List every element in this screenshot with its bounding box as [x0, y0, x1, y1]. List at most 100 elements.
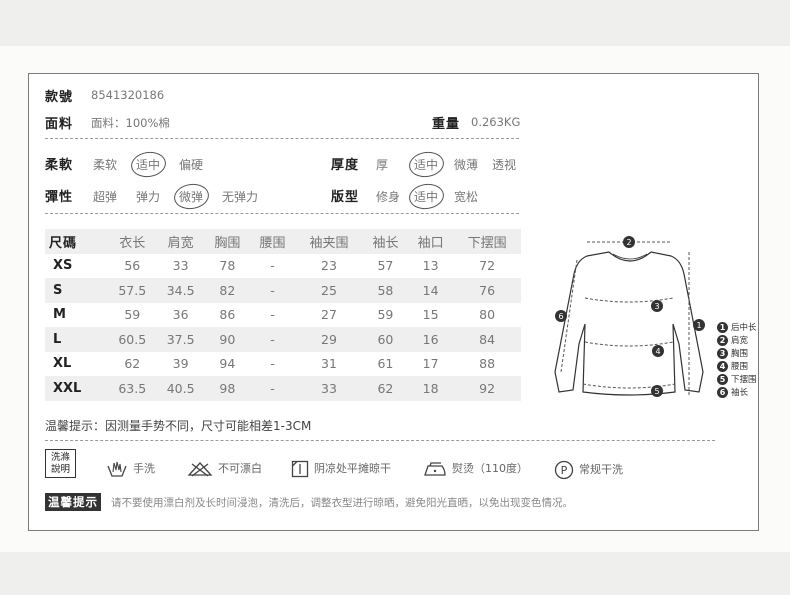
weight-label: 重量 [432, 117, 461, 132]
table-cell: - [249, 327, 296, 352]
care-item-dry-flat: 阴凉处平摊晾干 [291, 460, 391, 478]
table-row: XXL 63.5 40.5 98 - 33 62 18 92 [45, 376, 521, 401]
size-note: 温馨提示：因测量手势不同，尺寸可能相差1-3CM [45, 419, 312, 433]
table-cell: 98 [204, 376, 250, 401]
table-row: M 59 36 86 - 27 59 15 80 [45, 303, 521, 328]
svg-text:6: 6 [558, 312, 563, 321]
table-cell: 14 [408, 278, 454, 303]
fit-option: 修身 [376, 190, 401, 204]
table-cell: 17 [422, 356, 439, 372]
divider [45, 138, 519, 139]
column-header: 下摆围 [453, 229, 521, 254]
care-item-iron: 熨烫（110度） [423, 460, 528, 477]
elasticity-option: 无弹力 [222, 190, 259, 204]
softness-option: 柔软 [93, 158, 118, 172]
table-cell: 62 [362, 376, 409, 401]
no-bleach-icon [187, 462, 213, 477]
table-row: L 60.5 37.5 90 - 29 60 16 84 [45, 327, 521, 352]
divider [45, 213, 519, 214]
column-header: 袖夹围 [295, 229, 363, 254]
fit-option-selected: 适中 [414, 190, 439, 204]
column-header: 胸围 [204, 229, 250, 254]
diagram-legend: 1 后中长 2 肩宽 3 胸围 4 腰围 5 下摆围 6 袖长 [717, 322, 757, 400]
care-item-no-bleach: 不可漂白 [187, 460, 262, 477]
table-cell: 33 [295, 376, 363, 401]
care-item-dry-clean: P 常规干洗 [554, 460, 623, 480]
thickness-option-selected: 适中 [414, 158, 439, 172]
table-cell: 33 [172, 258, 189, 274]
tip-text: 请不要使用漂白剂及长时间浸泡，清洗后，调整衣型进行晾晒，避免阳光直晒，以免出现变… [111, 497, 573, 509]
dry-flat-shade-icon [291, 460, 309, 478]
table-cell: - [270, 356, 275, 372]
legend-item: 5 下摆围 [717, 374, 757, 387]
fit-option: 宽松 [454, 190, 479, 204]
style-label: 款號 [45, 90, 74, 105]
table-cell: 15 [422, 307, 439, 323]
column-header: 袖口 [408, 229, 454, 254]
svg-text:5: 5 [654, 387, 659, 396]
column-header: 腰围 [249, 229, 296, 254]
size-table: 尺碼 衣长 肩宽 胸围 腰围 袖夹围 袖长 袖口 下摆围 XS 56 33 78… [45, 229, 521, 401]
table-cell: 58 [362, 278, 409, 303]
table-cell: 36 [172, 307, 189, 323]
table-cell: 29 [295, 327, 363, 352]
column-header: 袖长 [362, 229, 409, 254]
wash-instructions-title: 洗滌 說明 [45, 449, 76, 478]
size-cell: M [53, 307, 66, 323]
care-item-hand-wash: 手洗 [106, 460, 155, 478]
softness-label: 柔軟 [45, 158, 74, 173]
table-cell: 84 [453, 327, 521, 352]
size-cell: XL [53, 356, 72, 372]
table-cell: 94 [219, 356, 236, 372]
table-row: XS 56 33 78 - 23 57 13 72 [45, 254, 521, 279]
size-cell: XS [53, 258, 73, 274]
table-header-row: 尺碼 衣长 肩宽 胸围 腰围 袖夹围 袖长 袖口 下摆围 [45, 229, 521, 254]
top-band [0, 0, 790, 46]
table-cell: 61 [377, 356, 394, 372]
table-cell: 60.5 [108, 327, 157, 352]
table-cell: 23 [321, 258, 337, 274]
thickness-option: 微薄 [454, 158, 479, 172]
table-cell: - [249, 376, 296, 401]
table-cell: 16 [408, 327, 454, 352]
size-chart-card: 款號 8541320186 面料 面料：100%棉 重量 0.263KG 柔軟 … [28, 73, 759, 531]
table-cell: 80 [479, 307, 496, 323]
table-cell: 59 [124, 307, 141, 323]
dry-clean-icon: P [554, 460, 574, 480]
table-cell: 13 [422, 258, 439, 274]
table-cell: 25 [295, 278, 363, 303]
svg-text:4: 4 [655, 347, 660, 356]
table-cell: 76 [453, 278, 521, 303]
thickness-option: 厚 [376, 158, 389, 172]
softness-option-selected: 适中 [136, 158, 161, 172]
table-cell: 78 [219, 258, 236, 274]
svg-text:1: 1 [696, 321, 701, 330]
garment-diagram: 2 3 4 5 6 1 [554, 236, 705, 397]
iron-icon [424, 462, 446, 476]
thickness-label: 厚度 [331, 158, 360, 173]
elasticity-option-selected: 微弹 [179, 190, 204, 204]
table-row: S 57.5 34.5 82 - 25 58 14 76 [45, 278, 521, 303]
table-cell: 90 [204, 327, 250, 352]
table-cell: 72 [479, 258, 496, 274]
fabric-label: 面料 [45, 117, 74, 132]
size-cell: L [45, 327, 109, 352]
fit-label: 版型 [331, 190, 360, 205]
size-cell: XXL [45, 376, 109, 401]
table-cell: 31 [321, 356, 337, 372]
divider [45, 440, 715, 441]
fabric-value: 面料：100%棉 [91, 116, 170, 130]
legend-item: 4 腰围 [717, 361, 757, 374]
table-cell: 57.5 [108, 278, 157, 303]
legend-item: 6 袖长 [717, 387, 757, 400]
table-cell: 88 [479, 356, 496, 372]
table-cell: 59 [377, 307, 394, 323]
table-cell: 86 [219, 307, 236, 323]
softness-option: 偏硬 [179, 158, 204, 172]
svg-text:3: 3 [654, 302, 659, 311]
svg-text:2: 2 [626, 238, 631, 247]
table-cell: 92 [453, 376, 521, 401]
legend-item: 2 肩宽 [717, 335, 757, 348]
table-cell: 56 [124, 258, 141, 274]
thickness-option: 透视 [492, 158, 517, 172]
